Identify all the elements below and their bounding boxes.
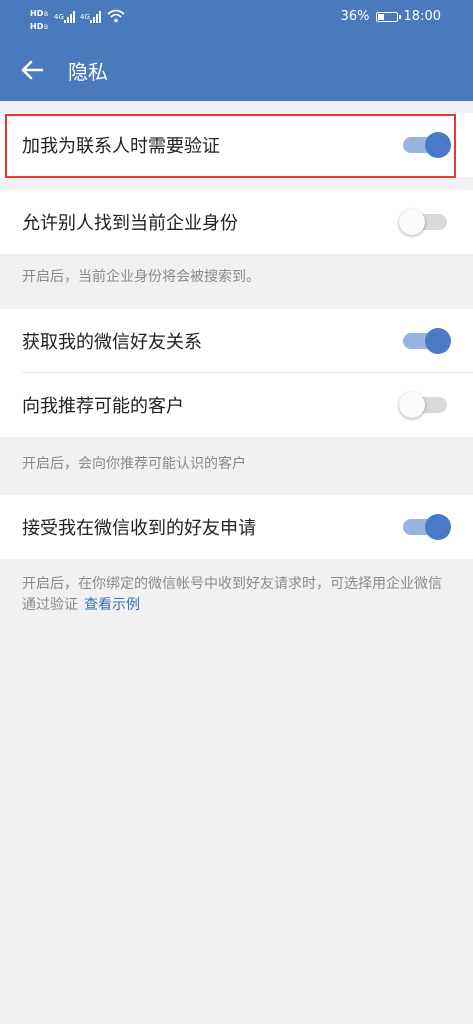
find-identity-toggle[interactable] <box>399 209 451 235</box>
toggle-knob <box>425 132 451 158</box>
setting-row-wechat-friends[interactable]: 获取我的微信好友关系 <box>0 309 473 373</box>
toggle-knob <box>425 514 451 540</box>
add-verify-toggle[interactable] <box>401 132 451 158</box>
recommend-hint: 开启后，会向你推荐可能认识的客户 <box>22 456 246 472</box>
svg-text:4G: 4G <box>80 13 90 21</box>
back-button[interactable] <box>14 52 50 88</box>
setting-label: 向我推荐可能的客户 <box>22 396 184 417</box>
signal-indicators: HD HD B B 4G 4G <box>30 6 140 32</box>
view-example-link[interactable]: 查看示例 <box>84 597 140 613</box>
signal-icon: HD HD B B 4G 4G <box>30 9 125 31</box>
accept-hint: 开启后，在你绑定的微信帐号中收到好友请求时，可选择用企业微信通过验证 查看示例 <box>22 574 452 616</box>
setting-label: 加我为联系人时需要验证 <box>22 136 220 157</box>
section-accept: 接受我在微信收到的好友申请 <box>0 495 473 559</box>
section-identity: 允许别人找到当前企业身份 <box>0 190 473 254</box>
setting-row-accept-requests[interactable]: 接受我在微信收到的好友申请 <box>0 495 473 559</box>
find-identity-hint: 开启后，当前企业身份将会被搜索到。 <box>22 269 260 285</box>
page-title: 隐私 <box>68 60 108 84</box>
setting-label: 接受我在微信收到的好友申请 <box>22 518 256 539</box>
clock: 18:00 <box>403 9 441 24</box>
toggle-knob <box>399 209 425 235</box>
recommend-clients-toggle[interactable] <box>399 392 451 418</box>
setting-row-find-identity[interactable]: 允许别人找到当前企业身份 <box>0 190 473 254</box>
toggle-knob <box>399 392 425 418</box>
svg-text:HD: HD <box>30 9 44 18</box>
svg-text:B: B <box>44 24 48 31</box>
status-bar: HD HD B B 4G 4G 36% 18:00 <box>0 0 473 38</box>
svg-text:HD: HD <box>30 22 44 31</box>
svg-text:B: B <box>44 11 48 18</box>
toggle-knob <box>425 328 451 354</box>
battery-fill <box>377 13 384 20</box>
section-wechat: 获取我的微信好友关系 向我推荐可能的客户 <box>0 309 473 437</box>
app-header: HD HD B B 4G 4G 36% 18:00 隐私 <box>0 0 473 101</box>
setting-label: 获取我的微信好友关系 <box>22 332 202 353</box>
status-right: 36% 18:00 <box>341 9 441 24</box>
title-bar: 隐私 <box>0 38 473 101</box>
setting-row-add-verify[interactable]: 加我为联系人时需要验证 <box>0 113 473 177</box>
accept-requests-toggle[interactable] <box>401 514 451 540</box>
battery-percent: 36% <box>340 9 370 24</box>
section-verification: 加我为联系人时需要验证 <box>0 113 473 177</box>
arrow-left-icon <box>21 60 43 80</box>
setting-row-recommend-clients[interactable]: 向我推荐可能的客户 <box>0 373 473 437</box>
wechat-friends-toggle[interactable] <box>401 328 451 354</box>
svg-text:4G: 4G <box>54 13 64 21</box>
setting-label: 允许别人找到当前企业身份 <box>22 213 238 234</box>
battery-icon <box>375 11 401 22</box>
